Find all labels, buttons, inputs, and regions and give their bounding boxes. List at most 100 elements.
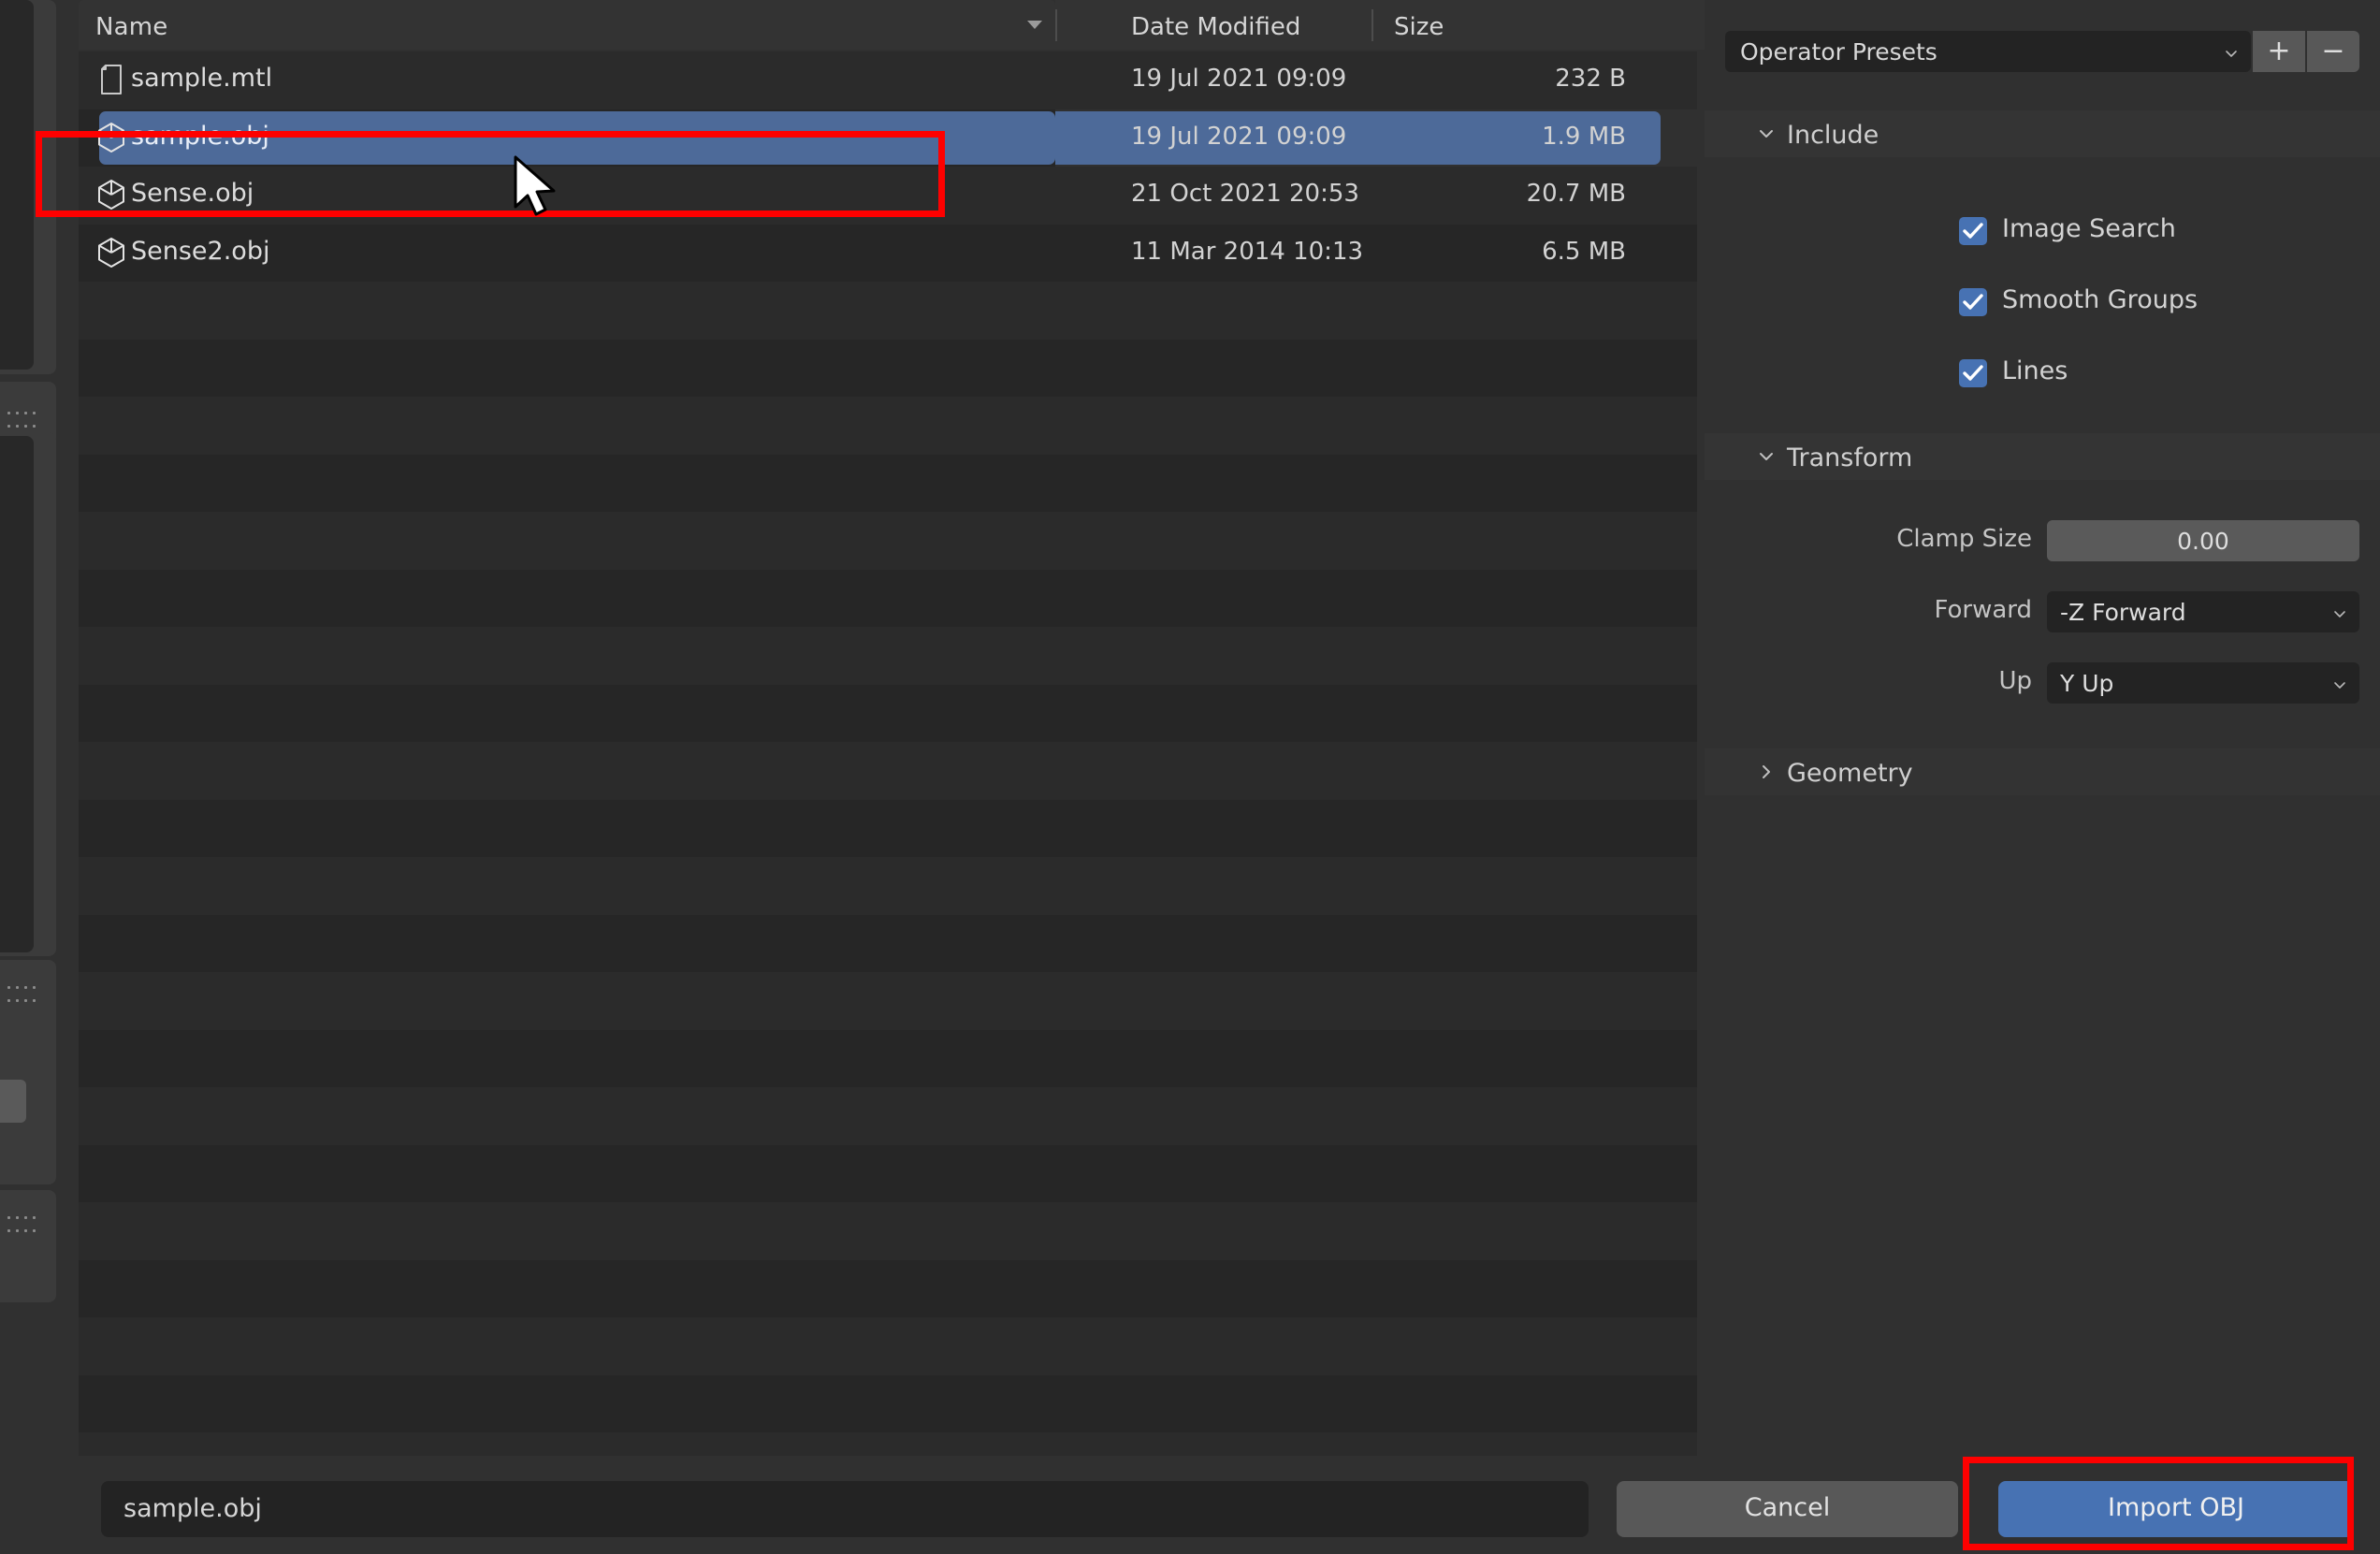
empty-list-row [79,742,1055,800]
file-date-label: 21 Oct 2021 20:53 [1131,180,1359,208]
empty-list-row [79,1432,1055,1456]
file-list[interactable]: sample.mtl sample.obj Sense.obj Sense2.obj [79,51,1055,1456]
file-list-background [1055,51,1697,1456]
empty-list-row [79,1374,1055,1432]
column-divider-1[interactable] [1055,9,1057,41]
empty-list-row-metadata [1055,1029,1697,1087]
file-name-label: sample.mtl [131,64,273,93]
up-axis-dropdown[interactable]: Y Up [2047,662,2359,704]
column-header-size-label: Size [1394,13,1444,41]
file-date-label: 11 Mar 2014 10:13 [1131,237,1364,266]
column-divider-2[interactable] [1371,9,1373,41]
empty-list-row [79,397,1055,455]
row-selection-highlight-meta [1055,110,1661,165]
empty-list-row [79,1202,1055,1260]
file-browser: Name sample.mtl sample.obj Sense.obj Sense2… [79,0,1055,1456]
file-list-metadata: 19 Jul 2021 09:09 232 B 19 Jul 2021 09:09 1… [1055,51,1697,1456]
section-title-include: Include [1787,121,1879,150]
checkbox-label-smooth-groups: Smooth Groups [2002,285,2199,314]
table-row[interactable]: Sense.obj [79,167,1055,225]
empty-list-row-metadata [1055,684,1697,742]
table-row-metadata: 11 Mar 2014 10:13 6.5 MB [1055,224,1697,282]
chevron-down-icon [2334,682,2345,689]
section-title-transform: Transform [1787,443,1913,472]
section-header-include[interactable]: Include [1705,110,2380,157]
checkbox-row-image-search[interactable]: Image Search [1705,211,2380,254]
empty-list-row-metadata [1055,282,1697,340]
add-preset-button[interactable]: + [2253,31,2305,72]
operator-presets-row: Operator Presets + − [1725,31,2359,72]
file-name-label: Sense2.obj [131,236,270,266]
table-row-metadata: 19 Jul 2021 09:09 1.9 MB [1055,109,1697,167]
empty-list-row-metadata [1055,857,1697,915]
empty-list-row [79,799,1055,857]
operator-presets-dropdown[interactable]: Operator Presets [1725,31,2251,72]
checkbox-smooth-groups[interactable] [1959,288,1987,316]
file-size-label: 20.7 MB [1526,180,1626,208]
empty-list-row-metadata [1055,972,1697,1030]
empty-list-row-metadata [1055,512,1697,570]
empty-list-row [79,972,1055,1030]
left-panel-inset-top [0,0,34,370]
empty-list-row [79,339,1055,397]
blender-file-import-dialog: Name sample.mtl sample.obj Sense.obj Sense2… [0,0,2380,1554]
chevron-down-icon [2334,611,2345,617]
clamp-size-field[interactable]: 0.00 [2047,520,2359,561]
left-panel-active-item[interactable] [0,1080,26,1123]
empty-list-row-metadata [1055,1432,1697,1456]
empty-list-row-metadata [1055,454,1697,512]
empty-list-row-metadata [1055,1087,1697,1145]
empty-list-row-metadata [1055,1259,1697,1317]
empty-list-row-metadata [1055,569,1697,627]
forward-axis-value: -Z Forward [2060,599,2186,626]
left-edge-strip [0,0,56,1554]
property-row-up: Up Y Up [1705,662,2380,707]
column-header-name[interactable]: Name [79,0,1055,50]
filename-input[interactable]: sample.obj [101,1481,1589,1537]
sort-descending-caret-icon[interactable] [1027,21,1042,29]
table-row[interactable]: Sense2.obj [79,224,1055,282]
table-row[interactable]: sample.mtl [79,51,1055,109]
section-header-geometry[interactable]: Geometry [1705,748,2380,795]
checkbox-image-search[interactable] [1959,217,1987,245]
file-size-label: 232 B [1555,65,1626,93]
checkbox-lines[interactable] [1959,359,1987,387]
column-header-name-label: Name [95,13,168,41]
remove-preset-label: − [2321,35,2345,67]
empty-list-row-metadata [1055,627,1697,685]
import-obj-button[interactable]: Import OBJ [1998,1481,2354,1537]
empty-list-row-metadata [1055,1144,1697,1202]
property-label-forward: Forward [1934,596,2032,624]
table-row[interactable]: sample.obj [79,109,1055,167]
chevron-right-icon [1763,765,1770,778]
empty-list-row [79,569,1055,627]
panel-grip-handle-1[interactable] [7,412,39,428]
section-header-transform[interactable]: Transform [1705,433,2380,480]
up-axis-value: Y Up [2060,670,2114,697]
document-icon [95,63,127,96]
panel-grip-handle-2[interactable] [7,986,39,1002]
property-label-clamp-size: Clamp Size [1896,525,2032,553]
checkbox-label-lines: Lines [2002,356,2068,385]
mesh-cube-icon [95,121,127,154]
left-panel-block-grip2[interactable] [0,960,56,1184]
mesh-cube-icon [95,178,127,211]
checkbox-row-smooth-groups[interactable]: Smooth Groups [1705,282,2380,325]
panel-grip-handle-3[interactable] [7,1216,39,1232]
empty-list-row-metadata [1055,799,1697,857]
empty-list-row [79,914,1055,972]
chevron-down-icon [2226,51,2237,57]
mesh-cube-icon [98,180,124,210]
left-panel-block-grip3[interactable] [0,1190,56,1302]
table-row-metadata: 19 Jul 2021 09:09 232 B [1055,51,1697,109]
empty-list-row [79,1087,1055,1145]
forward-axis-dropdown[interactable]: -Z Forward [2047,591,2359,632]
empty-list-row [79,1144,1055,1202]
remove-preset-button[interactable]: − [2307,31,2359,72]
file-date-label: 19 Jul 2021 09:09 [1131,65,1347,93]
empty-list-row-metadata [1055,397,1697,455]
section-title-geometry: Geometry [1787,759,1913,788]
empty-list-row [79,857,1055,915]
cancel-button[interactable]: Cancel [1617,1481,1958,1537]
checkbox-row-lines[interactable]: Lines [1705,353,2380,396]
